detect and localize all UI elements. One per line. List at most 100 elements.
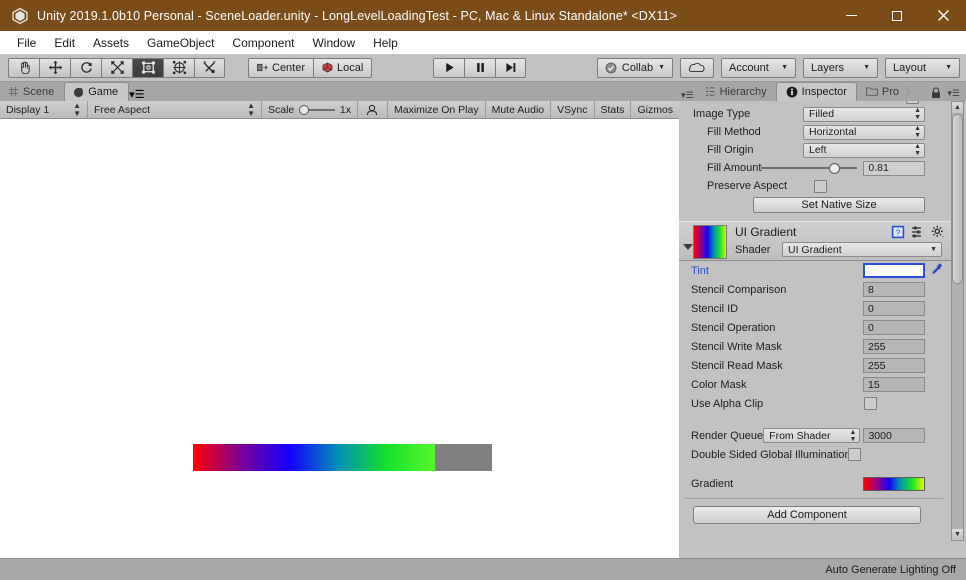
stencil-write-mask-field[interactable]: 255 [863, 339, 925, 354]
color-mask-value: 15 [868, 378, 880, 391]
double-sided-gi-checkbox[interactable] [847, 448, 861, 461]
menu-file[interactable]: File [8, 34, 45, 52]
maximize-button[interactable] [874, 0, 920, 31]
fill-origin-dropdown[interactable]: Left ▲ ▼ [803, 142, 925, 158]
close-button[interactable] [920, 0, 966, 31]
eyedropper-icon[interactable] [930, 263, 943, 279]
scale-slider-group[interactable]: Scale 1x [262, 100, 358, 119]
gradient-swatch[interactable] [863, 476, 925, 491]
tab-inspector[interactable]: Inspector [775, 82, 857, 101]
use-alpha-clip-checkbox[interactable] [864, 397, 877, 410]
game-view-canvas[interactable] [0, 119, 679, 580]
step-button[interactable] [495, 57, 527, 78]
rotate-tool-icon[interactable] [70, 57, 101, 78]
lock-icon[interactable] [931, 87, 941, 99]
scale-value: 1x [339, 103, 351, 116]
color-mask-label: Color Mask [691, 378, 747, 391]
tab-project[interactable]: Pro ❯ [857, 82, 921, 101]
account-button[interactable]: Account ▼ [721, 57, 796, 78]
gear-icon[interactable] [931, 225, 945, 239]
panel-menu-icon[interactable]: ▾☰ [129, 88, 144, 101]
preserve-aspect-checkbox[interactable] [814, 179, 827, 193]
fill-method-dropdown[interactable]: Horizontal ▲ ▼ [803, 124, 925, 140]
help-book-icon[interactable]: ? [891, 225, 905, 239]
rect-tool-icon[interactable] [132, 57, 163, 78]
fill-amount-knob[interactable] [829, 162, 841, 174]
pivot-space-group: Center Local [248, 57, 373, 78]
editor-area: Center Local Collab ▼ Account ▼ Layers ▼… [0, 54, 966, 580]
stencil-read-mask-label: Stencil Read Mask [691, 359, 783, 372]
tab-hierarchy[interactable]: Hierarchy [696, 82, 776, 101]
shader-dropdown[interactable]: UI Gradient ▼ [782, 242, 942, 257]
stencil-id-value: 0 [868, 302, 874, 315]
render-queue-dropdown[interactable]: From Shader ▲ ▼ [763, 428, 861, 443]
scale-slider-knob[interactable] [299, 104, 310, 115]
display-dropdown[interactable]: Display 1 ▲ ▼ [0, 100, 88, 119]
menu-help[interactable]: Help [364, 34, 407, 52]
scroll-down-arrow-icon[interactable]: ▼ [952, 529, 963, 540]
hand-tool-icon[interactable] [8, 57, 39, 78]
fill-origin-label: Fill Origin [707, 144, 754, 156]
transform-tool-icon[interactable] [163, 57, 194, 78]
preset-icon[interactable] [911, 225, 925, 239]
stencil-comparison-field[interactable]: 8 [863, 282, 925, 297]
collab-label: Collab [621, 61, 654, 74]
menu-assets[interactable]: Assets [84, 34, 138, 52]
row-set-native-size: Set Native Size [679, 195, 951, 215]
mute-audio-toggle[interactable]: Mute Audio [486, 100, 552, 119]
stencil-operation-value: 0 [868, 321, 874, 334]
maximize-on-play-toggle[interactable]: Maximize On Play [388, 100, 486, 119]
tint-color-swatch[interactable] [863, 263, 925, 278]
pivot-toggle-button[interactable]: Center [248, 57, 314, 78]
cloud-button[interactable] [680, 57, 714, 78]
updown-arrows-icon: ▲ ▼ [914, 143, 921, 157]
play-focused-toggle[interactable] [358, 100, 388, 119]
double-sided-gi-label: Double Sided Global Illumination [691, 448, 851, 461]
stencil-operation-field[interactable]: 0 [863, 320, 925, 335]
menu-edit[interactable]: Edit [45, 34, 84, 52]
material-foldout-icon[interactable] [683, 244, 693, 250]
scale-slider[interactable] [299, 104, 335, 115]
layout-button[interactable]: Layout ▼ [885, 57, 960, 78]
pause-button[interactable] [464, 57, 496, 78]
row-stencil-operation: Stencil Operation 0 [679, 318, 951, 337]
scale-tool-icon[interactable] [101, 57, 132, 78]
tab-hierarchy-label: Hierarchy [719, 85, 767, 98]
menu-component[interactable]: Component [223, 34, 303, 52]
image-type-dropdown[interactable]: Filled ▲ ▼ [803, 106, 925, 122]
move-tool-icon[interactable] [39, 57, 70, 78]
vsync-toggle[interactable]: VSync [551, 100, 595, 119]
fill-method-label: Fill Method [707, 126, 761, 138]
menu-gameobject[interactable]: GameObject [138, 34, 223, 52]
row-stencil-id: Stencil ID 0 [679, 299, 951, 318]
stencil-read-mask-field[interactable]: 255 [863, 358, 925, 373]
stencil-write-mask-value: 255 [868, 340, 886, 353]
menu-window[interactable]: Window [303, 34, 364, 52]
inspector-tabrow: ▾☰ Hierarchy Inspector Pro ❯ ▾☰ [679, 82, 966, 101]
render-queue-field[interactable]: 3000 [863, 428, 925, 443]
aspect-dropdown[interactable]: Free Aspect ▲ ▼ [88, 100, 262, 119]
add-component-button[interactable]: Add Component [693, 506, 921, 524]
set-native-size-button[interactable]: Set Native Size [753, 197, 925, 213]
play-button[interactable] [433, 57, 465, 78]
space-toggle-button[interactable]: Local [313, 57, 373, 78]
fill-amount-field[interactable]: 0.81 [863, 160, 925, 176]
row-stencil-write-mask: Stencil Write Mask 255 [679, 337, 951, 356]
hierarchy-panel-menu-icon[interactable]: ▾☰ [679, 90, 696, 101]
material-preview-thumbnail[interactable] [693, 225, 727, 259]
gizmos-dropdown[interactable]: Gizmos [631, 101, 679, 119]
custom-tool-icon[interactable] [194, 57, 225, 78]
inspector-scrollbar[interactable]: ▲ ▼ [951, 101, 964, 541]
stencil-id-field[interactable]: 0 [863, 301, 925, 316]
tab-game[interactable]: Game [64, 82, 130, 101]
tab-scene[interactable]: Scene [0, 82, 65, 101]
stats-toggle[interactable]: Stats [595, 100, 632, 119]
scroll-up-arrow-icon[interactable]: ▲ [952, 102, 963, 113]
inspector-panel-menu-icon[interactable]: ▾☰ [945, 88, 962, 99]
layers-button[interactable]: Layers ▼ [803, 57, 878, 78]
scrollbar-thumb[interactable] [952, 114, 963, 284]
collab-button[interactable]: Collab ▼ [596, 57, 673, 78]
color-mask-field[interactable]: 15 [863, 377, 925, 392]
fill-amount-slider[interactable] [761, 161, 858, 176]
minimize-button[interactable] [828, 0, 874, 31]
